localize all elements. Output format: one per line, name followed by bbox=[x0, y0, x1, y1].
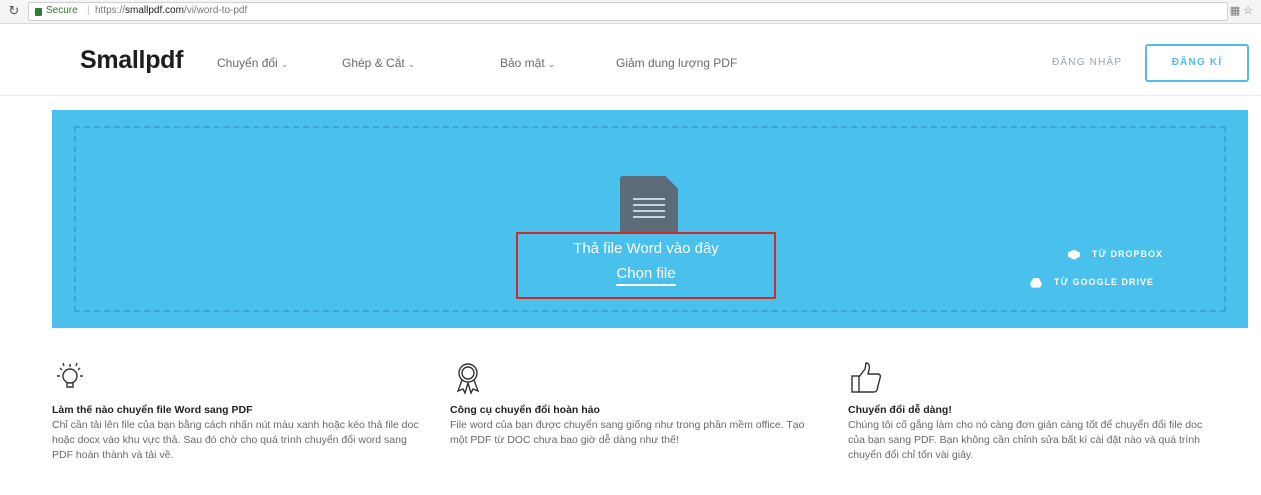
nav-convert-label: Chuyển đổi bbox=[217, 56, 278, 70]
lock-icon bbox=[35, 8, 42, 16]
feature-title: Công cụ chuyển đổi hoàn hảo bbox=[450, 404, 600, 416]
secure-label: Secure bbox=[46, 5, 78, 16]
google-drive-label: TỪ GOOGLE DRIVE bbox=[1054, 277, 1154, 287]
reload-icon[interactable]: ↻ bbox=[6, 3, 22, 19]
thumbs-up-icon bbox=[848, 360, 884, 396]
login-link[interactable]: ĐĂNG NHẬP bbox=[1052, 57, 1122, 68]
chevron-down-icon: ⌄ bbox=[547, 59, 556, 69]
award-ribbon-icon bbox=[450, 360, 486, 396]
nav-compress[interactable]: Giảm dung lượng PDF bbox=[616, 56, 737, 70]
nav-merge-split[interactable]: Ghép & Cắt ⌄ bbox=[342, 56, 415, 70]
dropbox-link[interactable]: TỪ DROPBOX bbox=[1068, 249, 1163, 260]
url-domain: smallpdf.com bbox=[125, 5, 184, 16]
highlight-box bbox=[516, 232, 776, 299]
word-document-icon bbox=[620, 176, 678, 234]
nav-merge-split-label: Ghép & Cắt bbox=[342, 56, 405, 70]
file-drop-zone[interactable]: Thả file Word vào đây Chọn file TỪ DROPB… bbox=[52, 110, 1248, 328]
nav-security[interactable]: Bảo mật ⌄ bbox=[500, 56, 555, 70]
feature-how-to: Làm thế nào chuyển file Word sang PDF Ch… bbox=[52, 360, 422, 463]
extension-icon[interactable]: ▦ ☆ bbox=[1230, 4, 1253, 17]
site-header: Smallpdf Chuyển đổi ⌄ Ghép & Cắt ⌄ Bảo mật… bbox=[0, 24, 1261, 96]
feature-easy: Chuyển đổi dễ dàng! Chúng tôi cố gắng là… bbox=[848, 360, 1218, 463]
smallpdf-logo[interactable]: Smallpdf bbox=[80, 46, 183, 75]
lightbulb-icon bbox=[52, 360, 88, 396]
nav-convert[interactable]: Chuyển đổi ⌄ bbox=[217, 56, 288, 70]
feature-text: File word của bạn được chuyển sang giống… bbox=[450, 419, 805, 446]
feature-text: Chúng tôi cố gắng làm cho nó càng đơn gi… bbox=[848, 419, 1203, 461]
feature-title: Chuyển đổi dễ dàng! bbox=[848, 404, 952, 416]
url-text[interactable]: https://smallpdf.com/vi/word-to-pdf bbox=[95, 5, 247, 16]
browser-address-bar: ↻ Secure | https://smallpdf.com/vi/word-… bbox=[0, 0, 1261, 24]
feature-text: Chỉ cần tải lên file của bạn bằng cách n… bbox=[52, 419, 419, 461]
url-prefix: https:// bbox=[95, 5, 126, 16]
google-drive-icon bbox=[1030, 277, 1042, 288]
dropbox-label: TỪ DROPBOX bbox=[1092, 249, 1163, 259]
nav-security-label: Bảo mật bbox=[500, 56, 545, 70]
google-drive-link[interactable]: TỪ GOOGLE DRIVE bbox=[1030, 277, 1154, 288]
url-field[interactable]: Secure | https://smallpdf.com/vi/word-to… bbox=[28, 2, 1228, 21]
url-separator: | bbox=[87, 5, 90, 16]
chevron-down-icon: ⌄ bbox=[407, 59, 416, 69]
feature-perfect: Công cụ chuyển đổi hoàn hảo File word củ… bbox=[450, 360, 820, 448]
chevron-down-icon: ⌄ bbox=[280, 59, 289, 69]
nav-compress-label: Giảm dung lượng PDF bbox=[616, 56, 738, 70]
dropbox-icon bbox=[1068, 249, 1080, 260]
signup-button[interactable]: ĐĂNG KÍ bbox=[1145, 44, 1249, 82]
feature-title: Làm thế nào chuyển file Word sang PDF bbox=[52, 404, 253, 416]
url-path: /vi/word-to-pdf bbox=[183, 5, 248, 16]
